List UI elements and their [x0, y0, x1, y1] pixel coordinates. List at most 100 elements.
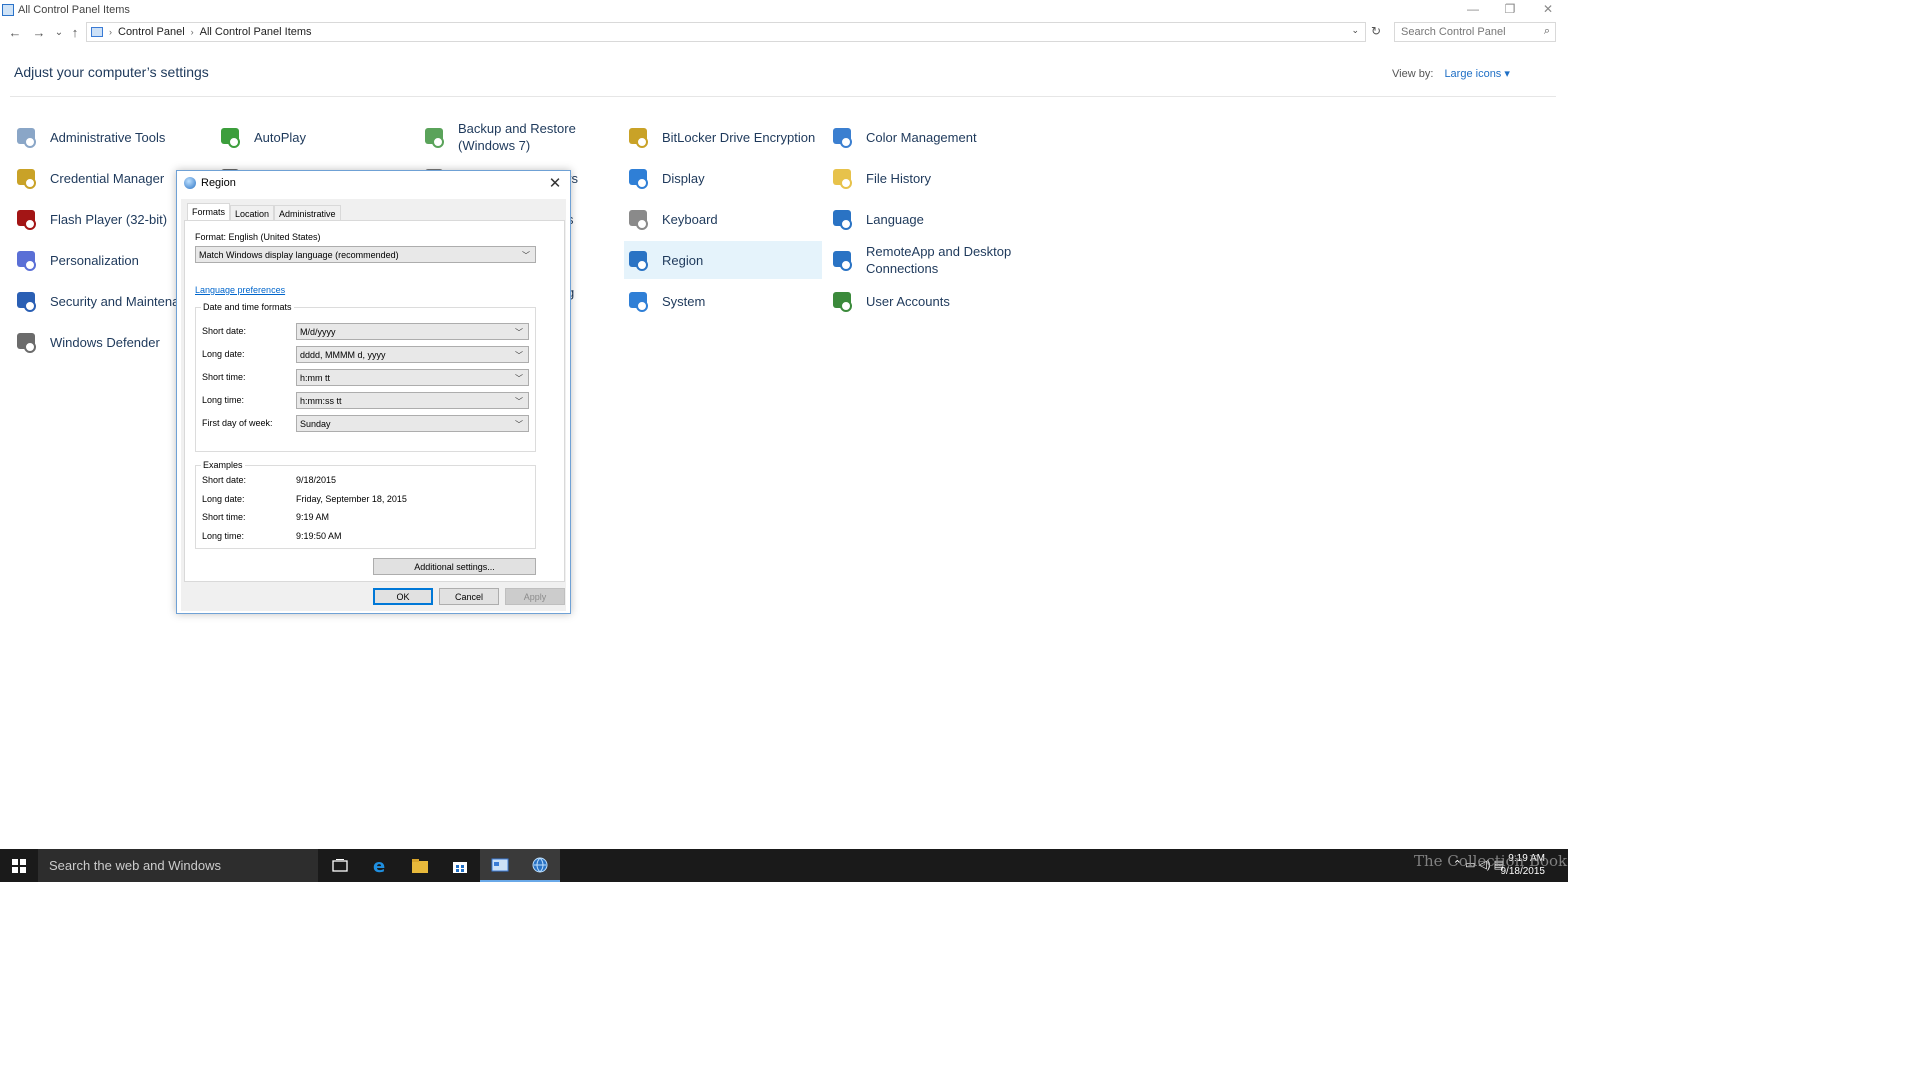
personalization-icon [14, 247, 40, 273]
task-view-icon[interactable] [320, 849, 360, 882]
example-label: Long date: [202, 493, 245, 504]
chevron-down-icon: ﹀ [515, 351, 523, 360]
user-accounts-icon [830, 288, 856, 314]
cp-item-label: Administrative Tools [50, 129, 166, 145]
field-select[interactable]: h:mm tt ﹀ [296, 369, 529, 386]
language-icon [830, 206, 856, 232]
view-by-dropdown[interactable]: Large icons ▾ [1444, 68, 1509, 80]
svg-text:e: e [373, 857, 385, 875]
cp-item-label: User Accounts [866, 293, 950, 309]
language-preferences-link[interactable]: Language preferences [195, 285, 285, 295]
field-select[interactable]: dddd, MMMM d, yyyy ﹀ [296, 346, 529, 363]
minimize-button[interactable]: — [1455, 0, 1491, 18]
system-icon [626, 288, 652, 314]
taskbar-search[interactable]: Search the web and Windows [38, 849, 318, 882]
address-bar[interactable]: › Control Panel › All Control Panel Item… [86, 22, 1366, 42]
example-label: Short time: [202, 512, 246, 522]
cp-item-label: Backup and Restore (Windows 7) [458, 121, 576, 153]
breadcrumb-separator-icon: › [109, 27, 112, 37]
format-select[interactable]: Match Windows display language (recommen… [195, 246, 536, 263]
store-icon[interactable] [440, 849, 480, 882]
cp-item-label: Flash Player (32-bit) [50, 211, 168, 227]
tab-location[interactable]: Location [230, 205, 275, 221]
control-panel-icon [2, 4, 14, 16]
cp-item-bitlocker[interactable]: BitLocker Drive Encryption [626, 118, 822, 156]
field-label: Long time: [202, 395, 245, 405]
cp-item-autoplay[interactable]: AutoPlay [218, 118, 414, 156]
field-label: Long date: [202, 349, 245, 359]
cp-item-keyboard[interactable]: Keyboard [626, 200, 822, 238]
tab-administrative[interactable]: Administrative [274, 205, 341, 221]
search-input[interactable]: Search Control Panel ⌕ [1394, 22, 1556, 42]
refresh-button[interactable]: ↻ [1368, 22, 1384, 40]
color-management-icon [830, 124, 856, 150]
field-select-value: h:mm tt [300, 372, 331, 383]
cp-item-region[interactable]: Region [624, 241, 822, 279]
cp-item-label: Display [662, 170, 705, 186]
dialog-titlebar[interactable]: Region ✕ [177, 171, 570, 195]
edge-icon[interactable]: e [360, 849, 400, 882]
examples-group: Examples [195, 460, 536, 549]
bitlocker-icon [626, 124, 652, 150]
group-title: Examples [201, 460, 245, 470]
window-title: All Control Panel Items [18, 4, 130, 16]
cp-item-label: RemoteApp and Desktop Connections [866, 244, 1012, 276]
restore-button[interactable]: ❐ [1492, 0, 1528, 18]
breadcrumb-all-items[interactable]: All Control Panel Items [200, 26, 312, 38]
cp-item-administrative-tools[interactable]: Administrative Tools [14, 118, 210, 156]
breadcrumb-control-panel[interactable]: Control Panel [118, 26, 185, 38]
file-explorer-icon[interactable] [400, 849, 440, 882]
remoteapp-icon [830, 247, 856, 273]
control-panel-taskbar-icon[interactable] [480, 849, 520, 882]
cancel-button[interactable]: Cancel [439, 588, 499, 605]
administrative-tools-icon [14, 124, 40, 150]
cp-item-system[interactable]: System [626, 282, 822, 320]
field-label: Short date: [202, 326, 247, 336]
cp-item-label: Region [662, 252, 704, 268]
region-dialog: Region ✕ Formats Location Administrative… [176, 170, 571, 614]
field-select-value: M/d/yyyy [300, 326, 336, 337]
apply-button[interactable]: Apply [505, 588, 565, 605]
cp-item-remoteapp[interactable]: RemoteApp and Desktop Connections [830, 241, 1026, 279]
format-select-value: Match Windows display language (recommen… [199, 249, 399, 260]
chevron-down-icon: ﹀ [515, 328, 523, 337]
up-button[interactable]: ↑ [66, 23, 84, 41]
forward-button[interactable]: → [30, 23, 48, 41]
field-select[interactable]: M/d/yyyy ﹀ [296, 323, 529, 340]
formats-panel: Format: English (United States) Match Wi… [184, 220, 565, 582]
globe-icon [184, 177, 196, 189]
cp-item-label: Credential Manager [50, 170, 165, 186]
field-label: Short time: [202, 372, 246, 382]
taskbar-search-placeholder: Search the web and Windows [49, 858, 221, 873]
field-select-value: dddd, MMMM d, yyyy [300, 349, 386, 360]
region-taskbar-icon[interactable] [520, 849, 560, 882]
ok-button[interactable]: OK [373, 588, 433, 605]
region-icon [626, 247, 652, 273]
start-button[interactable] [0, 849, 38, 882]
cp-item-file-history[interactable]: File History [830, 159, 1026, 197]
cp-item-user-accounts[interactable]: User Accounts [830, 282, 1026, 320]
field-select[interactable]: Sunday ﹀ [296, 415, 529, 432]
address-dropdown-icon[interactable]: ⌄ [1351, 25, 1359, 36]
field-select-value: h:mm:ss tt [300, 395, 342, 406]
chevron-down-icon: ﹀ [515, 420, 523, 429]
search-icon[interactable]: ⌕ [1544, 25, 1550, 38]
divider [10, 96, 1556, 97]
cp-item-label: Personalization [50, 252, 139, 268]
cp-item-label: BitLocker Drive Encryption [662, 129, 816, 145]
close-button[interactable]: ✕ [1530, 0, 1566, 18]
chevron-down-icon: ﹀ [515, 397, 523, 406]
tab-strip: Formats Location Administrative [187, 203, 341, 222]
dialog-close-button[interactable]: ✕ [546, 174, 564, 192]
back-button[interactable]: ← [6, 23, 24, 41]
cp-item-color-management[interactable]: Color Management [830, 118, 1026, 156]
cp-item-backup-restore[interactable]: Backup and Restore (Windows 7) [422, 118, 618, 156]
cp-item-label: Language [866, 211, 924, 227]
additional-settings-button[interactable]: Additional settings... [373, 558, 536, 575]
windows-defender-icon [14, 329, 40, 355]
cp-item-display[interactable]: Display [626, 159, 822, 197]
cp-item-language[interactable]: Language [830, 200, 1026, 238]
dialog-title: Region [201, 177, 236, 189]
example-value: 9:19:50 AM [296, 530, 342, 541]
field-select[interactable]: h:mm:ss tt ﹀ [296, 392, 529, 409]
